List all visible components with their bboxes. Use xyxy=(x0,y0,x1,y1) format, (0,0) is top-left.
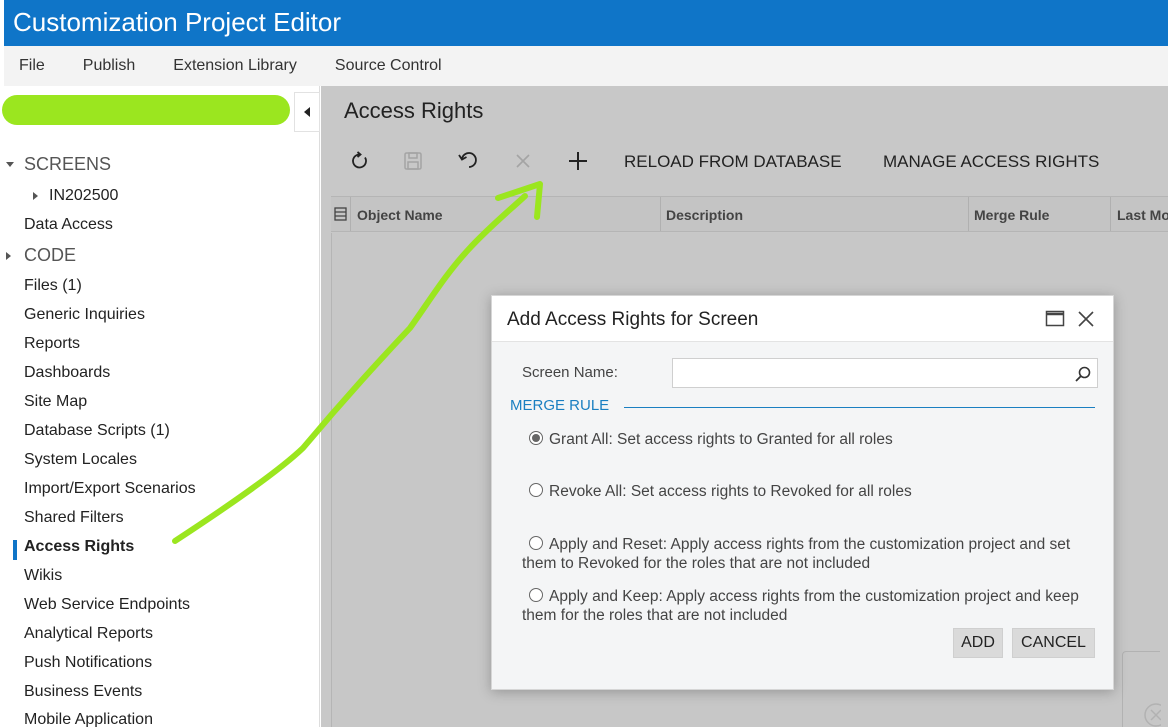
search-icon[interactable] xyxy=(1074,365,1092,383)
merge-rule-section-label: MERGE RULE xyxy=(510,397,610,414)
sidebar-screen-label: IN202500 xyxy=(49,187,119,204)
radio-button[interactable] xyxy=(529,431,543,445)
sidebar-item-files[interactable]: Files (1) xyxy=(24,277,82,295)
manage-access-rights-button[interactable]: MANAGE ACCESS RIGHTS xyxy=(883,152,1099,172)
option-label: Grant All: Set access rights to Granted … xyxy=(549,431,893,448)
option-revoke-all[interactable]: Revoke All: Set access rights to Revoked… xyxy=(522,482,1102,501)
sidebar-item-site-map[interactable]: Site Map xyxy=(24,393,87,411)
sidebar-item-analytical-reports[interactable]: Analytical Reports xyxy=(24,625,153,643)
menu-bar: File Publish Extension Library Source Co… xyxy=(4,46,1168,86)
refresh-icon[interactable] xyxy=(347,148,373,174)
undo-icon[interactable] xyxy=(455,148,481,174)
menu-publish[interactable]: Publish xyxy=(83,57,135,75)
close-icon[interactable] xyxy=(1077,310,1095,328)
menu-extension-library[interactable]: Extension Library xyxy=(173,57,297,75)
app-title: Customization Project Editor xyxy=(13,7,342,37)
radio-button[interactable] xyxy=(529,536,543,550)
sidebar-item-wikis[interactable]: Wikis xyxy=(24,567,62,585)
toolbar: RELOAD FROM DATABASE MANAGE ACCESS RIGHT… xyxy=(321,144,1168,178)
radio-button[interactable] xyxy=(529,483,543,497)
menu-file[interactable]: File xyxy=(19,57,45,75)
sidebar-item-data-access[interactable]: Data Access xyxy=(24,216,113,234)
app-titlebar: Customization Project Editor xyxy=(4,0,1168,46)
sidebar-search-highlight[interactable] xyxy=(2,95,290,125)
empty-grid-placeholder xyxy=(1122,651,1168,727)
sidebar: SCREENS IN202500 Data Access CODE Files … xyxy=(0,86,320,727)
option-apply-and-reset[interactable]: Apply and Reset: Apply access rights fro… xyxy=(522,535,1102,573)
column-header-last-modified[interactable]: Last Mo xyxy=(1111,197,1168,231)
option-label: Apply and Reset: Apply access rights fro… xyxy=(522,536,1071,572)
reload-from-database-button[interactable]: RELOAD FROM DATABASE xyxy=(624,152,842,172)
sidebar-section-label: CODE xyxy=(24,245,77,265)
column-settings-icon[interactable] xyxy=(331,197,351,231)
sidebar-item-web-service-endpoints[interactable]: Web Service Endpoints xyxy=(24,596,190,614)
expand-down-icon xyxy=(6,162,14,167)
delete-icon[interactable] xyxy=(510,148,536,174)
add-access-rights-dialog: Add Access Rights for Screen Screen Name… xyxy=(491,295,1114,690)
dialog-header: Add Access Rights for Screen xyxy=(492,296,1113,342)
expand-right-icon xyxy=(33,192,38,200)
sidebar-section-screens[interactable]: SCREENS xyxy=(6,154,111,175)
menu-source-control[interactable]: Source Control xyxy=(335,57,442,75)
sidebar-section-code[interactable]: CODE xyxy=(6,245,76,266)
option-grant-all[interactable]: Grant All: Set access rights to Granted … xyxy=(522,430,1102,449)
sidebar-section-label: SCREENS xyxy=(24,154,112,174)
sidebar-item-generic-inquiries[interactable]: Generic Inquiries xyxy=(24,306,145,324)
column-header-description[interactable]: Description xyxy=(661,197,969,231)
sidebar-item-push-notifications[interactable]: Push Notifications xyxy=(24,654,152,672)
sidebar-item-database-scripts[interactable]: Database Scripts (1) xyxy=(24,422,170,440)
save-icon[interactable] xyxy=(400,148,426,174)
sidebar-item-access-rights[interactable]: Access Rights xyxy=(24,538,134,556)
sidebar-item-shared-filters[interactable]: Shared Filters xyxy=(24,509,124,527)
option-apply-and-keep[interactable]: Apply and Keep: Apply access rights from… xyxy=(522,587,1102,625)
cancel-button[interactable]: CANCEL xyxy=(1012,628,1095,658)
page-title: Access Rights xyxy=(344,98,484,123)
sidebar-item-import-export[interactable]: Import/Export Scenarios xyxy=(24,480,196,498)
option-label: Revoke All: Set access rights to Revoked… xyxy=(549,483,912,500)
collapse-left-icon xyxy=(304,107,310,117)
sidebar-item-system-locales[interactable]: System Locales xyxy=(24,451,137,469)
radio-button[interactable] xyxy=(529,588,543,602)
screen-name-input[interactable] xyxy=(672,358,1098,388)
add-icon[interactable] xyxy=(565,148,591,174)
sidebar-item-dashboards[interactable]: Dashboards xyxy=(24,364,110,382)
maximize-icon[interactable] xyxy=(1045,310,1065,328)
sidebar-item-mobile-application[interactable]: Mobile Application xyxy=(24,711,153,727)
active-indicator xyxy=(13,540,17,560)
section-divider xyxy=(624,407,1095,408)
sidebar-item-business-events[interactable]: Business Events xyxy=(24,683,142,701)
column-header-merge-rule[interactable]: Merge Rule xyxy=(969,197,1111,231)
sidebar-collapse-button[interactable] xyxy=(294,92,320,132)
sidebar-screen-item[interactable]: IN202500 xyxy=(33,187,118,205)
grid-header: Object Name Description Merge Rule Last … xyxy=(331,196,1168,232)
expand-right-icon xyxy=(6,251,11,260)
sidebar-item-reports[interactable]: Reports xyxy=(24,335,80,353)
dialog-title: Add Access Rights for Screen xyxy=(507,309,759,330)
option-label: Apply and Keep: Apply access rights from… xyxy=(522,588,1079,624)
add-button[interactable]: ADD xyxy=(953,628,1003,658)
column-header-object-name[interactable]: Object Name xyxy=(351,197,661,231)
screen-name-label: Screen Name: xyxy=(522,364,618,381)
